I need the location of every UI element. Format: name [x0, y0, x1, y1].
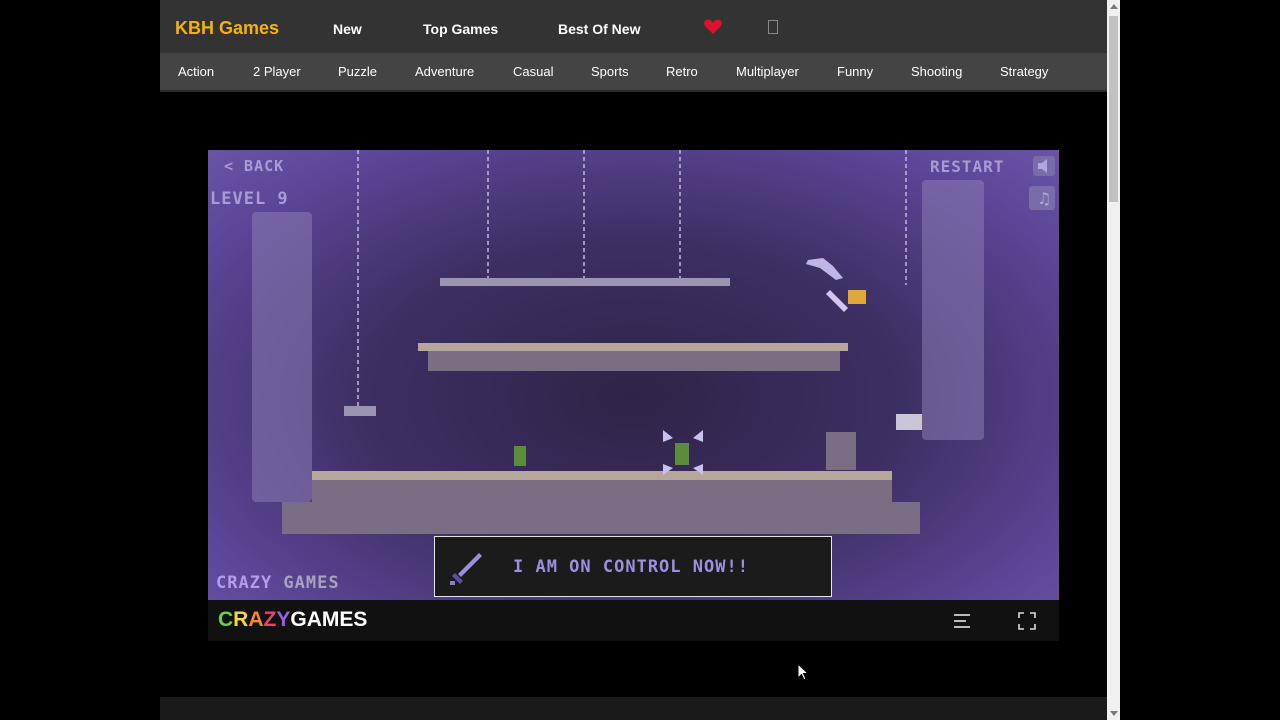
- watermark-crazy: CRAZY: [216, 573, 273, 593]
- logo-games: GAMES: [290, 608, 368, 631]
- category-sports[interactable]: Sports: [591, 64, 629, 79]
- svg-text:♫: ♫: [1037, 189, 1051, 208]
- watermark-games: GAMES: [272, 573, 340, 593]
- logo-letter-y: Y: [276, 608, 291, 631]
- logo-letter-c: C: [218, 608, 234, 631]
- level-indicator: LEVEL 9: [210, 189, 289, 209]
- crazygames-logo[interactable]: CRAZYGAMES: [218, 608, 367, 632]
- game-toolbar: CRAZYGAMES: [208, 600, 1059, 641]
- game-canvas[interactable]: < BACK LEVEL 9 RESTART ♫ I AM ON CONTROL…: [208, 150, 1059, 600]
- restart-button[interactable]: RESTART: [930, 157, 1004, 176]
- category-funny[interactable]: Funny: [837, 64, 873, 79]
- back-button[interactable]: < BACK: [224, 157, 284, 175]
- category-casual[interactable]: Casual: [513, 64, 553, 79]
- category-action[interactable]: Action: [178, 64, 214, 79]
- page-footer: [160, 697, 1107, 720]
- category-adventure[interactable]: Adventure: [415, 64, 474, 79]
- page-scrollbar[interactable]: [1107, 0, 1120, 720]
- category-retro[interactable]: Retro: [666, 64, 698, 79]
- sound-icon[interactable]: [1032, 155, 1056, 177]
- bookmark-icon[interactable]: [768, 20, 778, 34]
- category-strategy[interactable]: Strategy: [1000, 64, 1048, 79]
- scroll-up-icon[interactable]: [1110, 4, 1118, 9]
- site-container: KBH Games New Top Games Best Of New Acti…: [160, 0, 1107, 720]
- hamburger-menu-icon[interactable]: [952, 611, 972, 631]
- nav-top-games[interactable]: Top Games: [423, 21, 498, 37]
- category-multiplayer[interactable]: Multiplayer: [736, 64, 799, 79]
- site-logo[interactable]: KBH Games: [175, 18, 279, 39]
- scroll-down-icon[interactable]: [1110, 711, 1118, 716]
- logo-letter-a: A: [248, 608, 264, 631]
- dialog-text: I AM ON CONTROL NOW!!: [513, 557, 749, 577]
- fullscreen-icon[interactable]: [1017, 611, 1037, 631]
- logo-letter-r: R: [233, 608, 249, 631]
- top-navbar: KBH Games New Top Games Best Of New: [160, 0, 1107, 53]
- category-bar: Action 2 Player Puzzle Adventure Casual …: [160, 53, 1107, 92]
- category-2-player[interactable]: 2 Player: [253, 64, 301, 79]
- sword-icon: [450, 553, 482, 585]
- dialog-toast: I AM ON CONTROL NOW!!: [434, 536, 832, 597]
- mouse-cursor-icon: [797, 663, 809, 681]
- nav-new[interactable]: New: [333, 21, 362, 37]
- scrollbar-thumb[interactable]: [1109, 16, 1118, 202]
- game-scene: [252, 150, 984, 534]
- nav-best-of-new[interactable]: Best Of New: [558, 21, 640, 37]
- heart-icon[interactable]: [703, 16, 723, 36]
- crazy-games-watermark: CRAZY GAMES: [216, 573, 340, 593]
- music-icon[interactable]: ♫: [1028, 185, 1056, 211]
- logo-letter-z: Z: [263, 608, 277, 631]
- category-puzzle[interactable]: Puzzle: [338, 64, 377, 79]
- category-shooting[interactable]: Shooting: [911, 64, 962, 79]
